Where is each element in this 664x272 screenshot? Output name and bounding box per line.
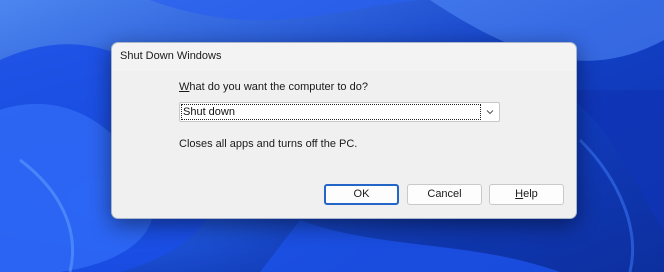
ok-button[interactable]: OK — [324, 184, 399, 205]
action-prompt-label: What do you want the computer to do? — [179, 81, 368, 93]
action-description: Closes all apps and turns off the PC. — [179, 138, 358, 150]
shutdown-action-dropdown[interactable]: Shut down — [179, 102, 500, 122]
desktop: Shut Down Windows What do you want the c… — [0, 0, 664, 272]
dialog-titlebar[interactable]: Shut Down Windows — [112, 43, 576, 71]
shutdown-dialog: Shut Down Windows What do you want the c… — [111, 42, 577, 219]
prompt-text: hat do you want the computer to do? — [189, 81, 368, 93]
help-label-rest: elp — [523, 188, 538, 200]
dialog-title: Shut Down Windows — [120, 50, 222, 62]
prompt-accelerator: W — [179, 81, 190, 93]
help-button[interactable]: Help — [489, 184, 564, 205]
help-accelerator: H — [515, 188, 524, 200]
selected-action: Shut down — [181, 104, 481, 120]
cancel-button[interactable]: Cancel — [407, 184, 482, 205]
chevron-down-icon — [486, 110, 494, 115]
